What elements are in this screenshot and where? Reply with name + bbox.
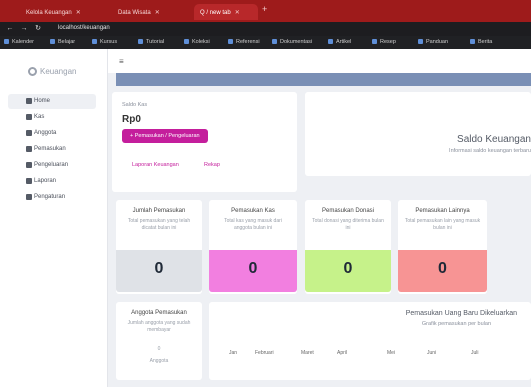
stat-title: Pemasukan Lainnya: [415, 208, 470, 214]
browser-tab-strip: Kelola Keuangan ✕ Data Wisata ✕ Q / new ta…: [0, 0, 531, 22]
saldo-title: Saldo Kas: [122, 102, 148, 108]
browser-tab[interactable]: Kelola Keuangan ✕: [20, 4, 108, 20]
stat-value: 0: [398, 250, 487, 292]
browser-tab-active[interactable]: Q / new tab ✕: [194, 4, 258, 20]
sidebar-item-label: Kas: [34, 114, 45, 120]
sidebar-item-laporan[interactable]: Laporan: [8, 174, 96, 189]
sidebar-item-pengaturan[interactable]: Pengaturan: [8, 190, 96, 205]
sidebar-item-home[interactable]: Home: [8, 94, 96, 109]
stat-card: Pemasukan Donasi Total donasi yang diter…: [305, 200, 391, 294]
stat-card: Pemasukan Lainnya Total pemasukan lain y…: [398, 200, 487, 294]
add-transaction-button[interactable]: + Pemasukan / Pengeluaran: [122, 129, 208, 143]
menu-icon[interactable]: ≡: [119, 57, 124, 66]
sidebar: Keuangan Home Kas Anggota Pemasukan Peng…: [0, 49, 108, 387]
url-field[interactable]: localhost/keuangan: [58, 25, 110, 31]
members-footer: Anggota: [149, 358, 169, 364]
saldo-card: Saldo Kas Rp0 + Pemasukan / Pengeluaran …: [112, 92, 297, 192]
close-icon[interactable]: ✕: [155, 9, 160, 16]
sidebar-item-label: Laporan: [34, 178, 57, 184]
saldo-value: Rp0: [122, 114, 141, 125]
month-label: Juni: [427, 350, 437, 356]
bookmark[interactable]: Resep: [372, 39, 396, 45]
month-label: Mei: [387, 350, 396, 356]
logo-text: Keuangan: [40, 67, 77, 76]
reload-icon[interactable]: ↻: [34, 25, 42, 33]
wallet-icon: [26, 114, 32, 120]
bookmark[interactable]: Panduan: [418, 39, 448, 45]
bookmark[interactable]: Tutorial: [138, 39, 164, 45]
back-icon[interactable]: ←: [6, 25, 14, 33]
month-label: Maret: [301, 350, 314, 356]
new-tab-icon[interactable]: +: [262, 5, 267, 14]
stat-value: 0: [305, 250, 391, 292]
forward-icon[interactable]: →: [20, 25, 28, 33]
month-label: Jan: [229, 350, 238, 356]
stat-description: Total donasi yang diterima bulan ini: [312, 218, 384, 231]
month-label: Juli: [471, 350, 479, 356]
tab-title: Kelola Keuangan: [26, 10, 72, 16]
stat-title: Jumlah Pemasukan: [132, 208, 186, 214]
trend-card: Pemasukan Uang Baru Dikeluarkan Grafik p…: [209, 302, 531, 380]
browser-tab[interactable]: Data Wisata ✕: [112, 4, 190, 20]
bookmark[interactable]: Kalender: [4, 39, 34, 45]
trend-subtitle: Grafik pemasukan per bulan: [421, 321, 491, 327]
bookmark[interactable]: Belajar: [50, 39, 75, 45]
bookmark[interactable]: Dokumentasi: [272, 39, 312, 45]
tab-title: Data Wisata: [118, 10, 151, 16]
stat-card: Pemasukan Kas Total kas yang masuk dari …: [209, 200, 297, 294]
address-bar-row: ← → ↻ localhost/keuangan: [0, 22, 531, 36]
tab-title: Q / new tab: [200, 10, 231, 16]
hero-card: Saldo Keuangan Informasi saldo keuangan …: [305, 92, 531, 176]
home-icon: [26, 98, 32, 104]
sidebar-item-kas[interactable]: Kas: [8, 110, 96, 125]
bookmarks-bar: Kalender Belajar Kursus Tutorial Koleksi…: [0, 36, 531, 49]
users-icon: [26, 130, 32, 136]
sidebar-item-pemasukan[interactable]: Pemasukan: [8, 142, 96, 157]
logo-icon: [28, 67, 37, 76]
top-bar: ≡: [108, 49, 531, 73]
bookmark[interactable]: Referensi: [228, 39, 260, 45]
stat-value: 0: [209, 250, 297, 292]
stat-description: Total kas yang masuk dari anggota bulan …: [224, 218, 282, 231]
hero-title: Saldo Keuangan: [457, 134, 531, 145]
sidebar-item-pengeluaran[interactable]: Pengeluaran: [8, 158, 96, 173]
app-logo[interactable]: Keuangan: [28, 67, 76, 76]
members-description: Jumlah anggota yang sudah membayar: [127, 320, 191, 333]
report-link[interactable]: Laporan Keuangan: [132, 162, 179, 168]
members-card: Anggota Pemasukan Jumlah anggota yang su…: [116, 302, 202, 380]
stat-description: Total pemasukan yang telah dicatat bulan…: [127, 218, 191, 231]
expense-icon: [26, 162, 32, 168]
stat-description: Total pemasukan lain yang masuk bulan in…: [404, 218, 481, 231]
bookmark[interactable]: Koleksi: [184, 39, 210, 45]
sidebar-item-label: Pemasukan: [34, 146, 66, 152]
gear-icon: [26, 194, 32, 200]
sidebar-item-label: Anggota: [34, 130, 57, 136]
stat-card: Jumlah Pemasukan Total pemasukan yang te…: [116, 200, 202, 294]
close-icon[interactable]: ✕: [235, 9, 240, 16]
hero-subtitle: Informasi saldo keuangan terbaru: [449, 148, 531, 154]
stat-title: Pemasukan Donasi: [321, 208, 375, 214]
stat-title: Pemasukan Kas: [231, 208, 275, 214]
close-icon[interactable]: ✕: [76, 9, 81, 16]
bookmark[interactable]: Berita: [470, 39, 492, 45]
members-title: Anggota Pemasukan: [131, 310, 187, 316]
month-label: April: [337, 350, 348, 356]
bookmark[interactable]: Artikel: [328, 39, 351, 45]
month-label: Februari: [255, 350, 274, 356]
bookmark[interactable]: Kursus: [92, 39, 117, 45]
sidebar-item-label: Home: [34, 98, 51, 104]
sidebar-item-anggota[interactable]: Anggota: [8, 126, 96, 141]
header-banner: [116, 73, 531, 86]
sidebar-item-label: Pengaturan: [34, 194, 66, 200]
stat-value: 0: [116, 250, 202, 292]
sidebar-item-label: Pengeluaran: [34, 162, 69, 168]
trend-title: Pemasukan Uang Baru Dikeluarkan: [405, 310, 517, 317]
recap-link[interactable]: Rekap: [204, 162, 220, 168]
income-icon: [26, 146, 32, 152]
members-value: 0: [157, 346, 161, 352]
report-icon: [26, 178, 32, 184]
